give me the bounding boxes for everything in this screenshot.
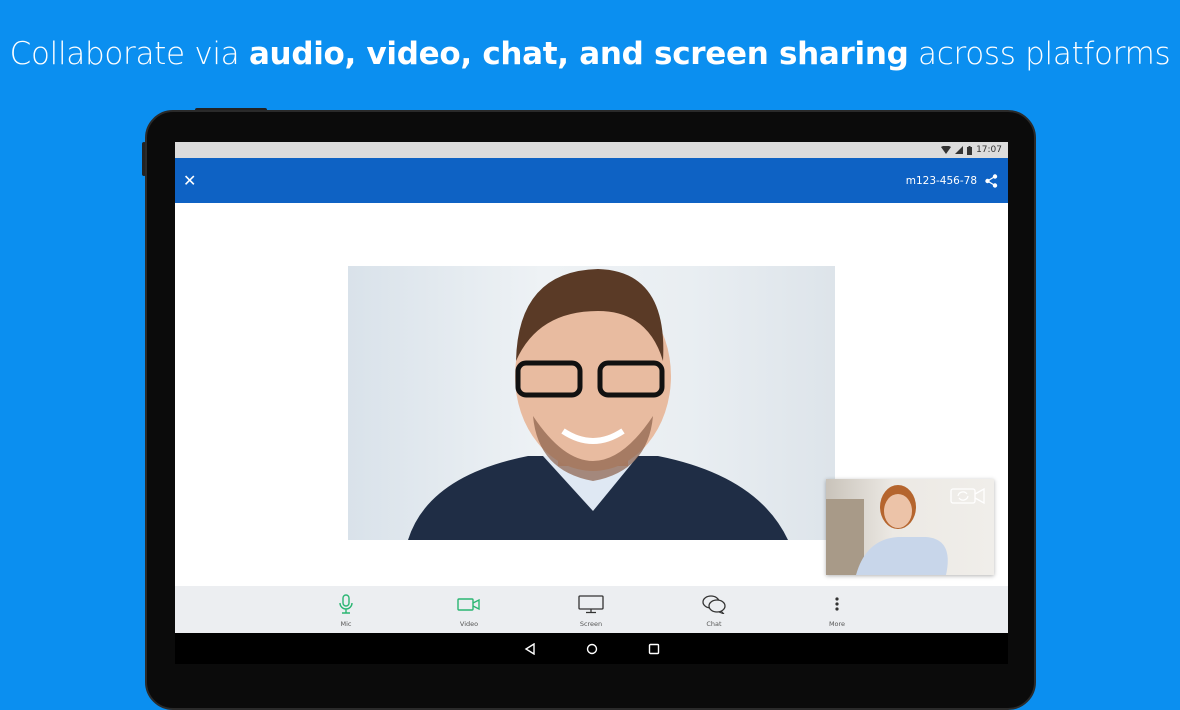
battery-icon [967,145,973,155]
video-camera-icon [457,598,480,611]
headline-bold: audio, video, chat, and screen sharing [248,36,909,72]
screen-label: Screen [579,620,603,628]
video-label: Video [459,620,479,628]
chat-label: Chat [706,620,722,628]
android-nav-bar [175,633,1008,664]
more-button[interactable]: More [807,594,867,628]
video-area [175,203,1008,586]
self-view-video[interactable] [826,479,994,575]
mic-button[interactable]: Mic [316,594,376,628]
meeting-id: m123-456-78 [905,174,977,187]
wifi-icon [941,146,952,154]
screen-share-button[interactable]: Screen [561,594,621,628]
chat-button[interactable]: Chat [684,594,744,628]
signal-icon [955,146,964,154]
headline-post: across platforms [908,36,1171,72]
headline-pre: Collaborate via [9,36,249,72]
tablet-screen: 17:07 ✕ m123-456-78 Mic Video Screen Cha… [175,142,1008,664]
headline: Collaborate via audio, video, chat, and … [0,36,1180,72]
monitor-icon [578,595,604,614]
more-vertical-icon [835,597,839,611]
participant-photo [408,269,788,540]
more-label: More [828,620,846,628]
status-time: 17:07 [976,145,1002,155]
close-icon[interactable]: ✕ [183,171,196,190]
app-bar: ✕ m123-456-78 [175,158,1008,203]
mic-label: Mic [340,620,352,628]
recents-icon[interactable] [648,643,660,655]
share-icon[interactable] [985,173,998,188]
status-bar: 17:07 [175,142,1008,158]
mic-icon [339,594,353,614]
main-video-participant[interactable] [348,266,835,540]
chat-bubbles-icon [702,595,726,615]
video-button[interactable]: Video [439,594,499,628]
meeting-toolbar: Mic Video Screen Chat More [175,586,1008,633]
switch-camera-icon[interactable] [950,487,986,505]
home-icon[interactable] [586,643,598,655]
back-icon[interactable] [524,642,536,655]
